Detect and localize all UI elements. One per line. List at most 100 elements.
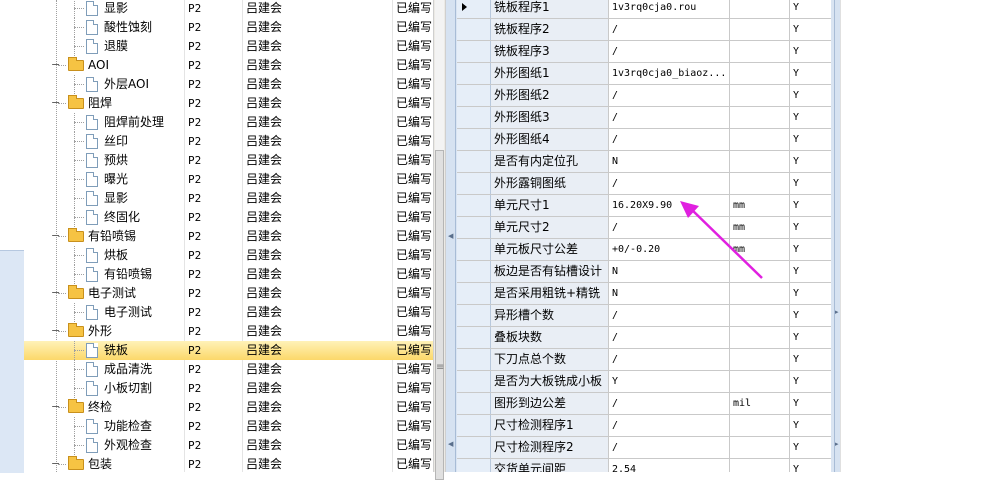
tree-node-label[interactable]: 酸性蚀刻 bbox=[104, 18, 152, 37]
tree-node-label[interactable]: 终检 bbox=[88, 398, 112, 417]
property-row[interactable]: 异形槽个数 / Y bbox=[457, 305, 831, 327]
property-flag[interactable]: Y bbox=[790, 173, 831, 194]
property-row[interactable]: 外形露铜图纸 / Y bbox=[457, 173, 831, 195]
property-flag[interactable]: Y bbox=[790, 195, 831, 216]
row-indicator[interactable] bbox=[457, 19, 491, 40]
property-flag[interactable]: Y bbox=[790, 393, 831, 414]
property-grid[interactable]: 铣板程序1 1v3rq0cja0.rou Y 铣板程序2/Y 铣板程序3/Y 外形图纸1 1… bbox=[457, 0, 831, 472]
row-indicator[interactable] bbox=[457, 327, 491, 348]
property-value[interactable]: +0/-0.20 bbox=[609, 239, 730, 260]
property-value[interactable]: N bbox=[609, 151, 730, 172]
tree-row[interactable]: 阻焊前处理 P2 吕建会 已编写 bbox=[24, 113, 433, 132]
tree-folder-row[interactable]: − 电子测试 P2 吕建会 已编写 bbox=[24, 284, 433, 303]
property-row[interactable]: 外形图纸4/ Y bbox=[457, 129, 831, 151]
property-flag[interactable]: Y bbox=[790, 63, 831, 84]
tree-node-label[interactable]: 外观检查 bbox=[104, 436, 152, 455]
property-row[interactable]: 叠板块数 / Y bbox=[457, 327, 831, 349]
property-flag[interactable]: Y bbox=[790, 107, 831, 128]
row-indicator[interactable] bbox=[457, 305, 491, 326]
row-indicator[interactable] bbox=[457, 393, 491, 414]
tree-node-label[interactable]: 铣板 bbox=[104, 341, 128, 360]
property-row[interactable]: 是否有内定位孔 N Y bbox=[457, 151, 831, 173]
tree-node-label[interactable]: 小板切割 bbox=[104, 379, 152, 398]
property-value[interactable]: / bbox=[609, 41, 730, 62]
property-flag[interactable]: Y bbox=[790, 415, 831, 436]
property-value[interactable]: / bbox=[609, 173, 730, 194]
tree-folder-row[interactable]: − 有铅喷锡 P2 吕建会 已编写 bbox=[24, 227, 433, 246]
property-row[interactable]: 单元尺寸2/mm Y bbox=[457, 217, 831, 239]
collapse-arrow-icon[interactable]: ◀ bbox=[448, 440, 453, 448]
property-value[interactable]: 16.20X9.90 bbox=[609, 195, 730, 216]
property-flag[interactable]: Y bbox=[790, 217, 831, 238]
property-row[interactable]: 下刀点总个数 / Y bbox=[457, 349, 831, 371]
property-flag[interactable]: Y bbox=[790, 283, 831, 304]
property-row[interactable]: 单元尺寸1 16.20X9.90 mm Y bbox=[457, 195, 831, 217]
tree-node-label[interactable]: 退膜 bbox=[104, 37, 128, 56]
property-value[interactable]: N bbox=[609, 261, 730, 282]
expand-arrow-icon[interactable]: ▸ bbox=[835, 308, 839, 316]
tree-node-label[interactable]: 显影 bbox=[104, 0, 128, 18]
tree-node-label[interactable]: 显影 bbox=[104, 189, 128, 208]
expand-arrow-icon[interactable]: ▸ bbox=[835, 440, 839, 448]
property-row[interactable]: 是否为大板铣成小板 Y Y bbox=[457, 371, 831, 393]
row-indicator[interactable] bbox=[457, 173, 491, 194]
property-flag[interactable]: Y bbox=[790, 239, 831, 260]
tree-row[interactable]: 酸性蚀刻 P2 吕建会 已编写 bbox=[24, 18, 433, 37]
row-indicator[interactable] bbox=[457, 129, 491, 150]
tree-node-label[interactable]: AOI bbox=[88, 56, 109, 75]
splitter-grip-icon[interactable]: ≡ bbox=[436, 363, 444, 373]
tree-node-label[interactable]: 电子测试 bbox=[104, 303, 152, 322]
tree-node-label[interactable]: 烘板 bbox=[104, 246, 128, 265]
property-row[interactable]: 铣板程序2/ Y bbox=[457, 19, 831, 41]
property-flag[interactable]: Y bbox=[790, 437, 831, 458]
property-value[interactable]: / bbox=[609, 305, 730, 326]
tree-row[interactable]: 小板切割 P2 吕建会 已编写 bbox=[24, 379, 433, 398]
row-indicator[interactable] bbox=[457, 261, 491, 282]
tree-node-label[interactable]: 外形 bbox=[88, 322, 112, 341]
row-indicator[interactable] bbox=[457, 371, 491, 392]
property-value[interactable]: 2.54 bbox=[609, 459, 730, 472]
tree-row[interactable]: 烘板 P2 吕建会 已编写 bbox=[24, 246, 433, 265]
property-value[interactable]: Y bbox=[609, 371, 730, 392]
tree-node-label[interactable]: 阻焊前处理 bbox=[104, 113, 164, 132]
property-row[interactable]: 尺寸检测程序1/ Y bbox=[457, 415, 831, 437]
row-indicator[interactable] bbox=[457, 85, 491, 106]
tree-row[interactable]: 预烘 P2 吕建会 已编写 bbox=[24, 151, 433, 170]
property-flag[interactable]: Y bbox=[790, 305, 831, 326]
row-indicator[interactable] bbox=[457, 41, 491, 62]
row-indicator[interactable] bbox=[457, 349, 491, 370]
row-indicator[interactable] bbox=[457, 217, 491, 238]
property-value[interactable]: / bbox=[609, 217, 730, 238]
tree-node-label[interactable]: 包装 bbox=[88, 455, 112, 472]
tree-row[interactable]: 功能检查 P2 吕建会 已编写 bbox=[24, 417, 433, 436]
property-row[interactable]: 板边是否有钻槽设计 N Y bbox=[457, 261, 831, 283]
tree-folder-row[interactable]: − 包装 P2 吕建会 已编写 bbox=[24, 455, 433, 472]
property-value[interactable]: / bbox=[609, 107, 730, 128]
property-value[interactable]: / bbox=[609, 415, 730, 436]
tree-scrollbar[interactable]: ≡ bbox=[433, 0, 446, 480]
property-flag[interactable]: Y bbox=[790, 19, 831, 40]
property-row[interactable]: 单元板尺寸公差 +0/-0.20 mm Y bbox=[457, 239, 831, 261]
tree-node-label[interactable]: 成品清洗 bbox=[104, 360, 152, 379]
tree-node-label[interactable]: 外层AOI bbox=[104, 75, 149, 94]
property-flag[interactable]: Y bbox=[790, 41, 831, 62]
tree-folder-row[interactable]: − AOI P2 吕建会 已编写 bbox=[24, 56, 433, 75]
tree-row[interactable]: 成品清洗 P2 吕建会 已编写 bbox=[24, 360, 433, 379]
tree-row[interactable]: 有铅喷锡 P2 吕建会 已编写 bbox=[24, 265, 433, 284]
tree-row[interactable]: 外观检查 P2 吕建会 已编写 bbox=[24, 436, 433, 455]
tree-folder-row[interactable]: − 阻焊 P2 吕建会 已编写 bbox=[24, 94, 433, 113]
property-flag[interactable]: Y bbox=[790, 459, 831, 472]
property-value[interactable]: 1v3rq0cja0.rou bbox=[609, 0, 730, 18]
property-value[interactable]: / bbox=[609, 19, 730, 40]
property-value[interactable]: / bbox=[609, 327, 730, 348]
property-row[interactable]: 交货单元间距 2.54 Y bbox=[457, 459, 831, 472]
row-indicator[interactable] bbox=[457, 195, 491, 216]
property-flag[interactable]: Y bbox=[790, 129, 831, 150]
tree-row[interactable]: 丝印 P2 吕建会 已编写 bbox=[24, 132, 433, 151]
tree-row[interactable]: 电子测试 P2 吕建会 已编写 bbox=[24, 303, 433, 322]
tree-node-label[interactable]: 电子测试 bbox=[88, 284, 136, 303]
property-flag[interactable]: Y bbox=[790, 371, 831, 392]
tree-node-label[interactable]: 功能检查 bbox=[104, 417, 152, 436]
property-value[interactable]: 1v3rq0cja0_biaoz... bbox=[609, 63, 730, 84]
row-indicator[interactable] bbox=[457, 63, 491, 84]
